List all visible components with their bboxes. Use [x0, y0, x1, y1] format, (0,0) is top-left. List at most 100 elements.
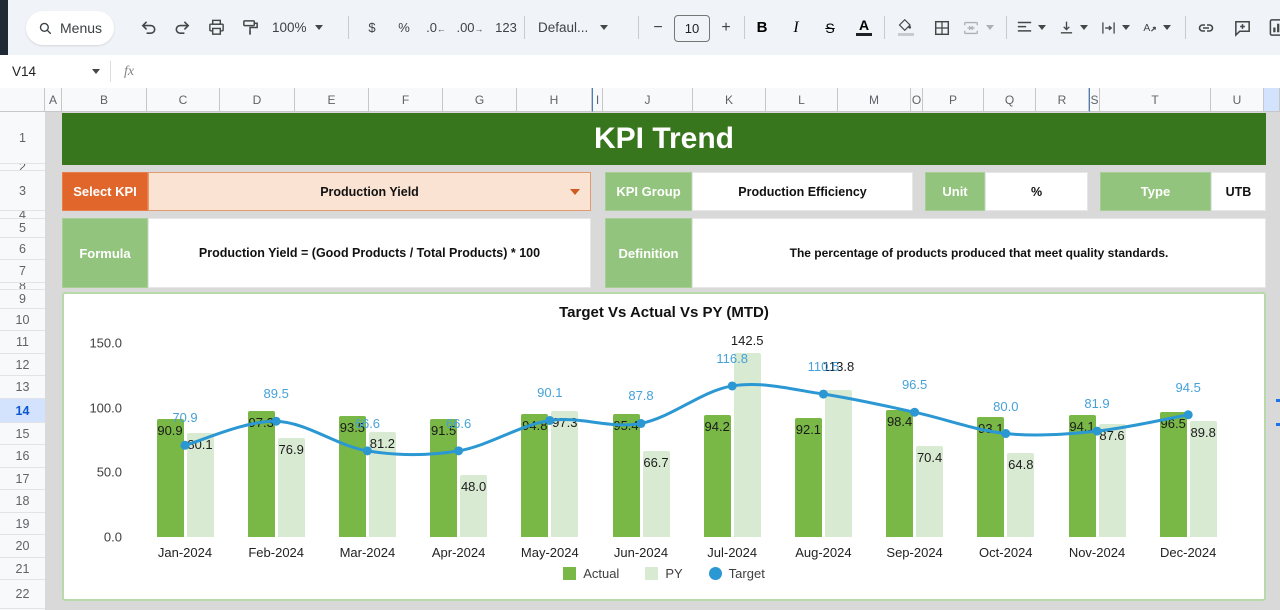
- column-header-D[interactable]: D: [220, 88, 295, 112]
- merge-cells-icon: [962, 19, 980, 37]
- zoom-control[interactable]: 100%: [272, 0, 323, 55]
- vertical-align-icon: [1058, 20, 1075, 36]
- row-header-4[interactable]: 4: [0, 211, 45, 219]
- row-header-12[interactable]: 12: [0, 354, 45, 376]
- toolbar-divider: [884, 16, 885, 39]
- formula-label[interactable]: Formula: [62, 218, 148, 288]
- column-header-J[interactable]: J: [603, 88, 693, 112]
- row-header-1[interactable]: 1: [0, 112, 45, 164]
- row-header-14[interactable]: 14: [0, 399, 45, 423]
- fill-color-button[interactable]: [892, 0, 920, 55]
- row-header-13[interactable]: 13: [0, 376, 45, 399]
- row-header-11[interactable]: 11: [0, 331, 45, 354]
- increase-decimal-button[interactable]: .00→: [456, 0, 484, 55]
- vertical-align-button[interactable]: [1058, 0, 1088, 55]
- target-line-path: [185, 384, 1188, 454]
- column-headers: ABCDEFGHIJKLMOPQRSTU: [0, 88, 1280, 112]
- unit-value[interactable]: %: [985, 172, 1088, 211]
- row-header-16[interactable]: 16: [0, 445, 45, 468]
- row-header-20[interactable]: 20: [0, 535, 45, 558]
- row-header-15[interactable]: 15: [0, 423, 45, 445]
- insert-chart-button[interactable]: [1264, 0, 1280, 55]
- kpi-dropdown[interactable]: Production Yield: [148, 172, 591, 211]
- horizontal-align-button[interactable]: [1016, 0, 1046, 55]
- column-header-E[interactable]: E: [295, 88, 369, 112]
- grid-corner[interactable]: [0, 88, 45, 112]
- column-header-Q[interactable]: Q: [984, 88, 1036, 112]
- column-header-P[interactable]: P: [923, 88, 984, 112]
- type-value[interactable]: UTB: [1211, 172, 1266, 211]
- row-header-3[interactable]: 3: [0, 171, 45, 211]
- column-header-C[interactable]: C: [147, 88, 220, 112]
- insert-link-button[interactable]: [1192, 0, 1220, 55]
- type-label[interactable]: Type: [1100, 172, 1211, 211]
- font-size-input[interactable]: 10: [674, 15, 710, 42]
- column-header-G[interactable]: G: [443, 88, 517, 112]
- bold-button[interactable]: B: [748, 0, 776, 55]
- row-header-18[interactable]: 18: [0, 490, 45, 513]
- merge-cells-button[interactable]: [962, 0, 994, 55]
- kpi-group-label[interactable]: KPI Group: [605, 172, 692, 211]
- undo-button[interactable]: [134, 0, 162, 55]
- formula-value[interactable]: Production Yield = (Good Products / Tota…: [148, 218, 591, 288]
- definition-label[interactable]: Definition: [605, 218, 692, 288]
- kpi-trend-chart[interactable]: Target Vs Actual Vs PY (MTD) 150.0100.05…: [62, 292, 1266, 601]
- column-header-O[interactable]: O: [911, 88, 923, 112]
- column-header-K[interactable]: K: [693, 88, 766, 112]
- column-header-U[interactable]: U: [1211, 88, 1264, 112]
- definition-value[interactable]: The percentage of products produced that…: [692, 218, 1266, 288]
- row-header-21[interactable]: 21: [0, 558, 45, 580]
- number-format-button[interactable]: 123: [492, 0, 520, 55]
- menus-button[interactable]: Menus: [26, 11, 114, 45]
- paint-format-button[interactable]: [236, 0, 264, 55]
- text-color-button[interactable]: A: [850, 0, 878, 55]
- name-box[interactable]: V14: [0, 55, 104, 88]
- format-currency-button[interactable]: $: [358, 0, 386, 55]
- row-header-7[interactable]: 7: [0, 260, 45, 283]
- row-header-19[interactable]: 19: [0, 513, 45, 535]
- row-header-9[interactable]: 9: [0, 290, 45, 309]
- font-name: Defaul...: [538, 20, 588, 35]
- column-header-A[interactable]: A: [45, 88, 62, 112]
- column-header-T[interactable]: T: [1100, 88, 1211, 112]
- row-header-6[interactable]: 6: [0, 238, 45, 260]
- strikethrough-button[interactable]: S: [816, 0, 844, 55]
- row-header-17[interactable]: 17: [0, 468, 45, 490]
- column-header-F[interactable]: F: [369, 88, 443, 112]
- font-selector[interactable]: Defaul...: [538, 0, 608, 55]
- decrease-font-size-button[interactable]: −: [644, 0, 672, 55]
- name-box-caret-icon[interactable]: [92, 69, 100, 74]
- row-header-22[interactable]: 22: [0, 580, 45, 609]
- rotation-caret-icon: [1163, 25, 1171, 30]
- text-wrap-button[interactable]: [1100, 0, 1130, 55]
- column-header-L[interactable]: L: [766, 88, 838, 112]
- format-percent-button[interactable]: %: [390, 0, 418, 55]
- select-kpi-label[interactable]: Select KPI: [62, 172, 148, 211]
- decrease-decimal-button[interactable]: .0←: [422, 0, 450, 55]
- row-header-5[interactable]: 5: [0, 219, 45, 238]
- column-header-M[interactable]: M: [838, 88, 911, 112]
- insert-comment-button[interactable]: [1228, 0, 1256, 55]
- column-header-H[interactable]: H: [517, 88, 592, 112]
- kpi-group-value[interactable]: Production Efficiency: [692, 172, 913, 211]
- column-header-I[interactable]: I: [592, 88, 603, 112]
- column-header-S[interactable]: S: [1089, 88, 1100, 112]
- unit-label[interactable]: Unit: [925, 172, 985, 211]
- print-button[interactable]: [202, 0, 230, 55]
- align-left-icon: [1016, 20, 1033, 35]
- italic-button[interactable]: I: [782, 0, 810, 55]
- row-header-2[interactable]: 2: [0, 164, 45, 171]
- text-rotation-button[interactable]: A: [1140, 0, 1171, 55]
- column-header-R[interactable]: R: [1036, 88, 1089, 112]
- borders-button[interactable]: [928, 0, 956, 55]
- toolbar-divider: [1006, 16, 1007, 39]
- increase-font-size-button[interactable]: +: [712, 0, 740, 55]
- column-header-v-sliver[interactable]: [1264, 88, 1280, 112]
- row-header-8[interactable]: 8: [0, 283, 45, 290]
- dashboard-title-banner[interactable]: KPI Trend: [62, 113, 1266, 165]
- column-header-B[interactable]: B: [62, 88, 147, 112]
- row-header-10[interactable]: 10: [0, 309, 45, 331]
- sheet-canvas[interactable]: KPI Trend Select KPI Production Yield KP…: [45, 112, 1280, 610]
- redo-button[interactable]: [168, 0, 196, 55]
- formula-bar[interactable]: [0, 55, 1280, 89]
